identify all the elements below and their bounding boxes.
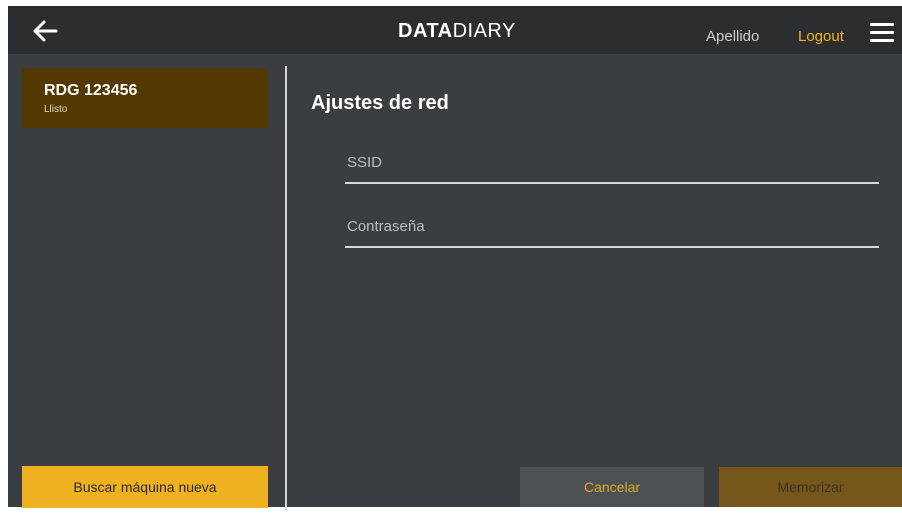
screen-frame-left	[0, 0, 8, 513]
page-title: Ajustes de red	[311, 92, 449, 114]
password-placeholder: Contraseña	[347, 218, 425, 235]
machine-id: RDG 123456	[44, 82, 138, 99]
machine-card-selected[interactable]: RDG 123456 Llisto	[22, 68, 268, 128]
ssid-field[interactable]: SSID	[345, 152, 879, 184]
password-field[interactable]: Contraseña	[345, 216, 879, 248]
user-name: Apellido	[706, 28, 760, 45]
save-button[interactable]: Memorizar	[719, 467, 902, 507]
logo-light-text: DIARY	[452, 20, 516, 42]
top-bar: DATADIARY Apellido Logout	[8, 6, 902, 54]
search-new-machine-button[interactable]: Buscar máquina nueva	[22, 466, 268, 508]
main-panel: Ajustes de red SSID Contraseña Cancelar …	[287, 54, 902, 507]
sidebar: RDG 123456 Llisto Buscar máquina nueva	[8, 54, 285, 508]
hamburger-menu-icon[interactable]	[870, 23, 894, 43]
app-logo: DATADIARY	[398, 20, 516, 43]
logo-bold-text: DATA	[398, 20, 453, 42]
arrow-left-icon	[33, 20, 58, 42]
cancel-button[interactable]: Cancelar	[520, 467, 704, 507]
back-button[interactable]	[28, 16, 62, 46]
ssid-placeholder: SSID	[347, 154, 383, 171]
logout-link[interactable]: Logout	[798, 28, 844, 45]
machine-status: Llisto	[44, 104, 68, 115]
